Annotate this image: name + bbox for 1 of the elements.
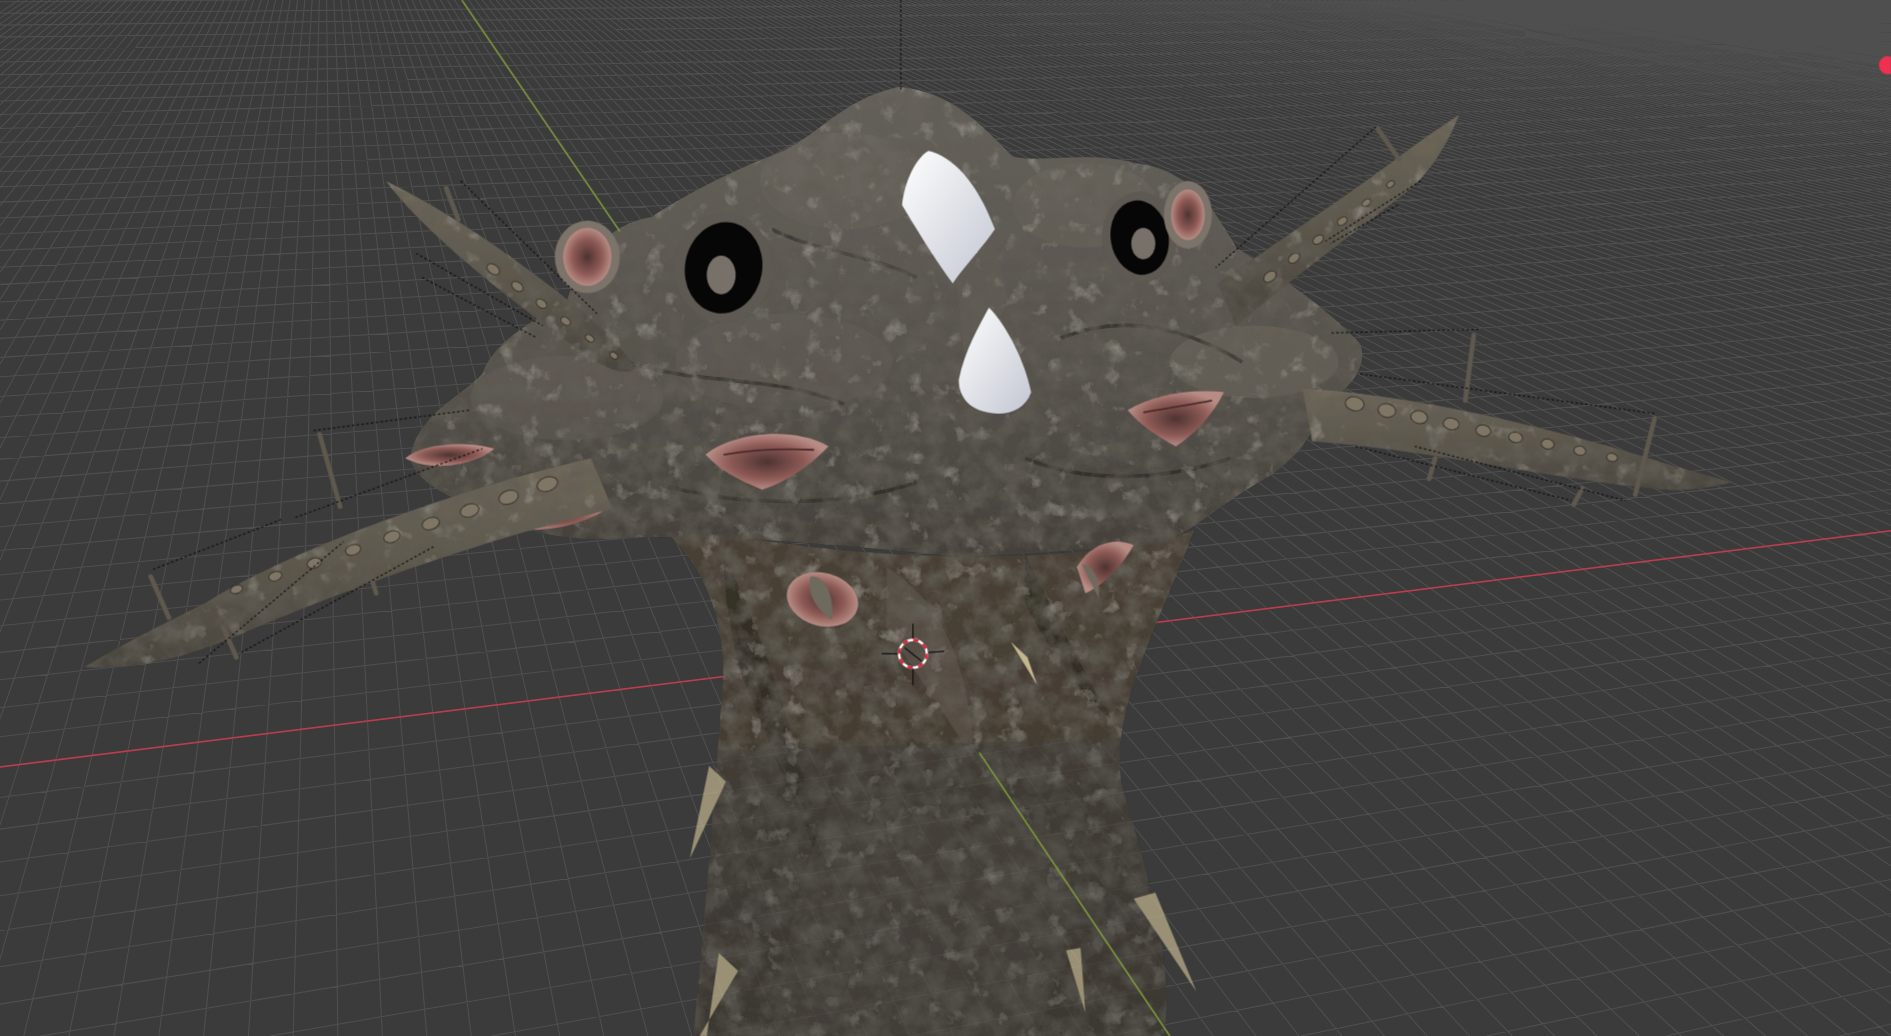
crosshair-cursor-icon: [880, 622, 945, 686]
